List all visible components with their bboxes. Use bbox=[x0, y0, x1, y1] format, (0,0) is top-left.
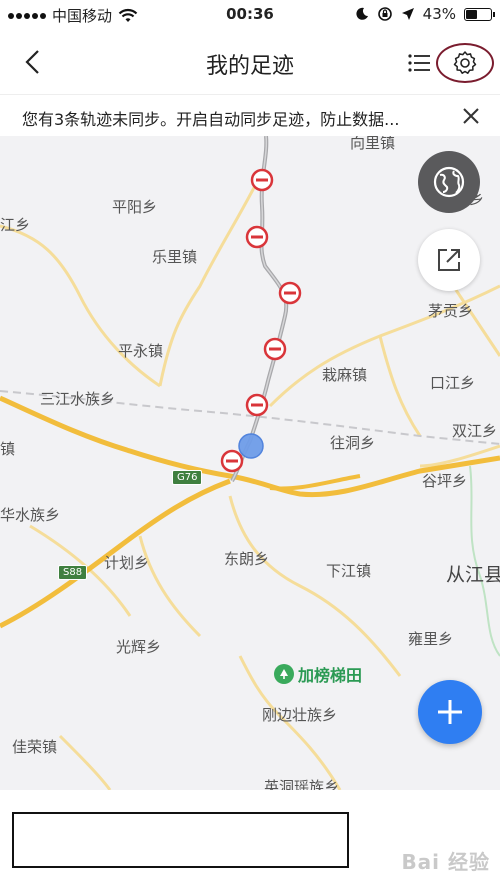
location-arrow-icon bbox=[401, 8, 414, 20]
place-label: 平阳乡 bbox=[112, 198, 158, 216]
poi-label: 加榜梯田 bbox=[298, 666, 363, 685]
road-badge-s88: S88 bbox=[58, 565, 88, 580]
place-label: 往洞乡 bbox=[330, 434, 376, 452]
place-label: 平永镇 bbox=[118, 342, 164, 360]
current-location-icon bbox=[238, 433, 264, 459]
place-label: 佳荣镇 bbox=[12, 738, 58, 756]
track-marker-icon[interactable] bbox=[250, 168, 274, 192]
share-button[interactable] bbox=[418, 229, 480, 291]
place-label: 乐里镇 bbox=[152, 248, 198, 266]
bottom-panel: Bai 经验 bbox=[0, 790, 500, 889]
nav-bar: 我的足迹 bbox=[0, 30, 500, 94]
track-marker-icon[interactable] bbox=[245, 225, 269, 249]
close-notice-button[interactable] bbox=[460, 105, 482, 127]
map-layer-button[interactable] bbox=[418, 151, 480, 213]
place-label: 镇 bbox=[0, 440, 16, 458]
plus-icon bbox=[438, 700, 462, 724]
status-bar: 中国移动 00:36 43% bbox=[0, 0, 500, 30]
place-label: 栽麻镇 bbox=[322, 366, 368, 384]
add-button[interactable] bbox=[418, 680, 482, 744]
moon-icon bbox=[356, 7, 368, 20]
county-label: 从江县 bbox=[446, 564, 500, 586]
globe-icon bbox=[433, 166, 465, 198]
sync-notice-banner[interactable]: 您有3条轨迹未同步。开启自动同步足迹，防止数据... bbox=[0, 94, 500, 136]
settings-button[interactable] bbox=[436, 43, 494, 83]
redacted-box bbox=[12, 812, 349, 868]
track-marker-icon[interactable] bbox=[278, 281, 302, 305]
place-label: 雍里乡 bbox=[408, 630, 454, 648]
place-label: 三江水族乡 bbox=[40, 390, 116, 408]
place-label: 谷坪乡 bbox=[422, 472, 468, 490]
place-label: 口江乡 bbox=[430, 374, 476, 392]
place-label: 刚边壮族乡 bbox=[262, 706, 338, 724]
list-icon bbox=[408, 54, 430, 72]
track-marker-icon[interactable] bbox=[263, 337, 287, 361]
map-view[interactable]: 向里镇 平阳乡 江乡 乐里镇 茅贡乡 平永镇 栽麻镇 口江乡 三江水族乡 往洞乡… bbox=[0, 136, 500, 790]
gear-icon bbox=[453, 51, 477, 74]
list-button[interactable] bbox=[404, 48, 434, 78]
share-external-icon bbox=[438, 249, 460, 271]
place-label: 向里镇 bbox=[350, 136, 396, 152]
place-label: 下江镇 bbox=[326, 562, 372, 580]
place-label: 英洞瑶族乡 bbox=[264, 778, 340, 790]
place-label: 华水族乡 bbox=[0, 506, 61, 524]
place-label: 茅贡乡 bbox=[428, 302, 474, 320]
sync-notice-text: 您有3条轨迹未同步。开启自动同步足迹，防止数据... bbox=[22, 110, 400, 129]
poi-marker[interactable]: 加榜梯田 bbox=[274, 662, 362, 686]
status-right: 43% bbox=[355, 5, 495, 23]
rotation-lock-icon bbox=[377, 7, 392, 21]
close-icon bbox=[463, 108, 479, 124]
place-label: 江乡 bbox=[0, 216, 31, 234]
battery-percent: 43% bbox=[422, 5, 456, 23]
track-marker-icon[interactable] bbox=[245, 393, 269, 417]
place-label: 计划乡 bbox=[104, 554, 150, 572]
place-label: 东朗乡 bbox=[224, 550, 270, 568]
battery-fill bbox=[466, 9, 478, 19]
watermark-logo: Bai 经验 bbox=[401, 850, 490, 874]
battery-icon bbox=[464, 7, 495, 21]
road-badge-g76: G76 bbox=[172, 470, 203, 485]
tree-icon bbox=[274, 664, 294, 684]
place-label: 双江乡 bbox=[452, 422, 498, 440]
place-label: 光辉乡 bbox=[116, 638, 162, 656]
